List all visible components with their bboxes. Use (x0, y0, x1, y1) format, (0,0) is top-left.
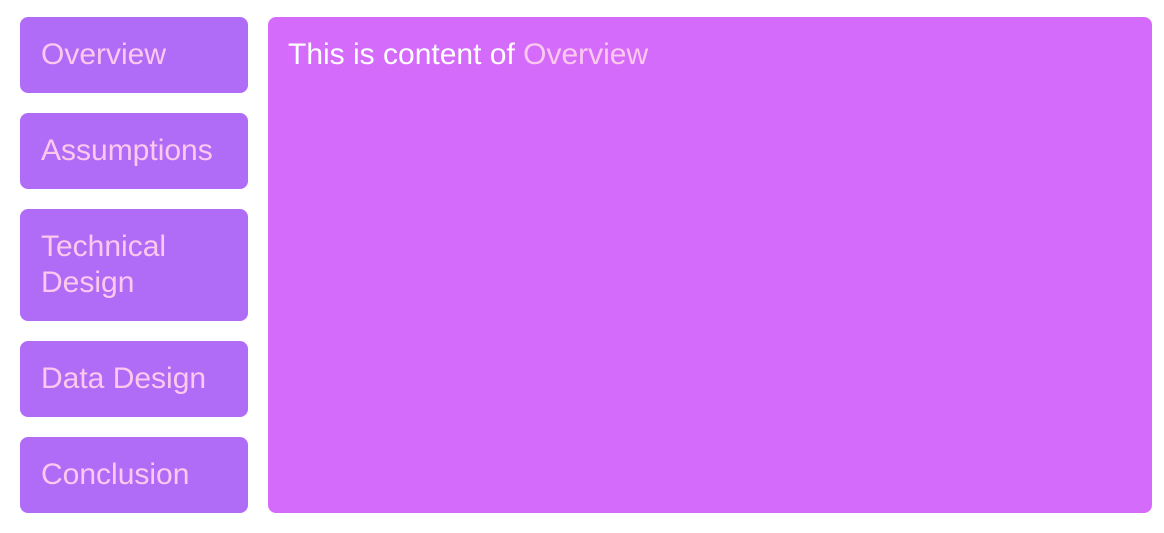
tab-overview[interactable]: Overview (20, 17, 248, 93)
sidebar-tabs: Overview Assumptions Technical Design Da… (20, 17, 248, 533)
active-tab-name: Overview (523, 38, 649, 71)
tab-assumptions[interactable]: Assumptions (20, 113, 248, 189)
tab-data-design[interactable]: Data Design (20, 341, 248, 417)
content-text: This is content of Overview (288, 38, 648, 71)
tab-conclusion[interactable]: Conclusion (20, 437, 248, 513)
content-prefix: This is content of (288, 38, 524, 71)
content-panel: This is content of Overview (268, 17, 1152, 513)
tab-technical-design[interactable]: Technical Design (20, 209, 248, 321)
